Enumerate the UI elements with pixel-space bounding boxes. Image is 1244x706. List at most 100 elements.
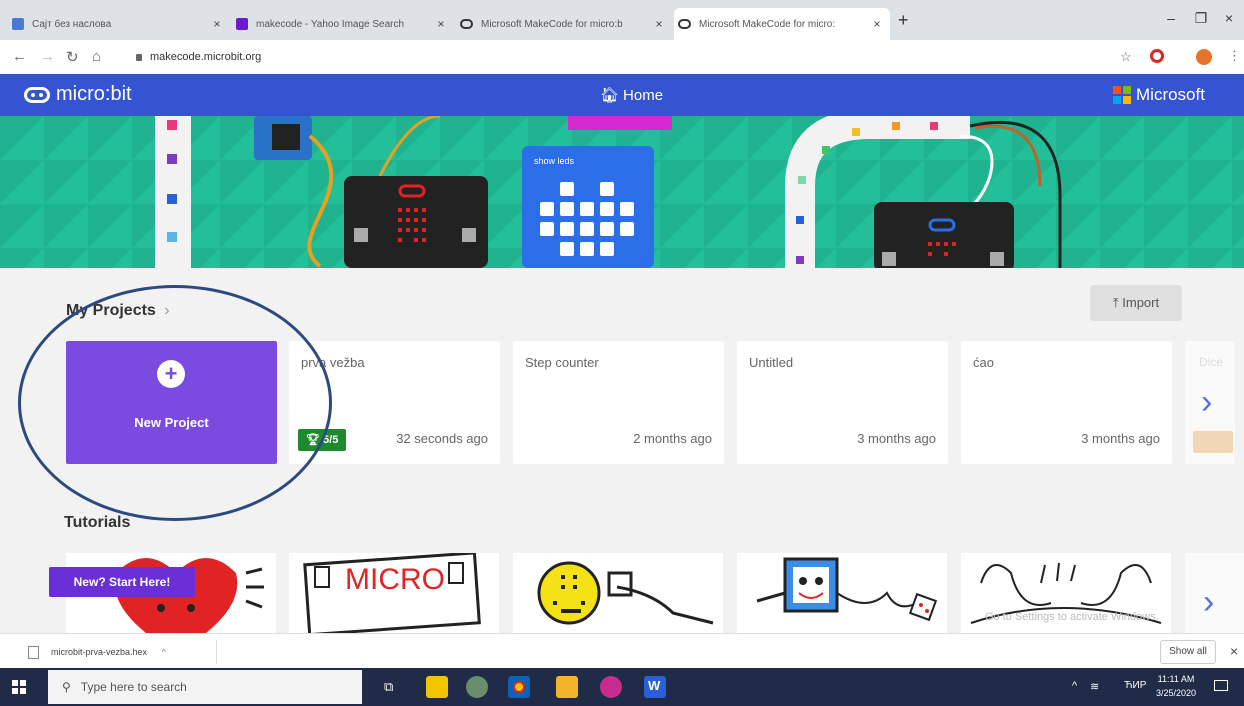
browser-tab[interactable]: Сајт без насловa ×	[8, 8, 230, 40]
chrome-icon[interactable]	[508, 676, 530, 698]
close-icon[interactable]: ×	[434, 17, 448, 31]
chevron-right-icon: ›	[164, 302, 170, 319]
logo-text[interactable]: micro:bit	[56, 83, 132, 106]
microbit-icon	[460, 19, 473, 29]
project-card[interactable]: Step counter 2 months ago	[513, 341, 724, 464]
show-all-button[interactable]: Show all	[1160, 640, 1216, 664]
network-icon[interactable]: ≋	[1090, 680, 1099, 693]
new-start-here-badge[interactable]: New? Start Here!	[49, 567, 195, 597]
close-icon[interactable]: ×	[870, 17, 884, 31]
notifications-icon[interactable]	[1214, 680, 1228, 691]
search-placeholder: Type here to search	[80, 680, 187, 694]
my-projects-heading[interactable]: My Projects ›	[66, 302, 170, 320]
word-icon[interactable]: W	[644, 676, 666, 698]
search-icon: ⚲	[62, 680, 71, 694]
project-name: Untitled	[749, 355, 794, 370]
badge-text: 5/5	[323, 434, 339, 446]
hero-illustration: show leds	[0, 116, 1244, 268]
tab-label: Сајт без насловa	[32, 18, 112, 30]
download-bar: microbit-prva-vezba.hex ^ Show all ×	[0, 633, 1244, 669]
browser-tab[interactable]: makecode - Yahoo Image Search ×	[232, 8, 454, 40]
profile-avatar[interactable]	[1196, 49, 1212, 65]
task-view-icon[interactable]: ⧉	[384, 679, 393, 695]
project-time: 3 months ago	[1081, 431, 1160, 446]
file-icon	[28, 646, 39, 660]
store-icon[interactable]	[426, 676, 448, 698]
progress-badge: 🏆︎ 5/5	[298, 429, 347, 451]
project-card[interactable]: ćao 3 months ago	[961, 341, 1172, 464]
house-icon: 🏠︎	[600, 87, 620, 104]
windows-taskbar: ⚲ Type here to search ⧉ W ^ ≋ ЋИР 11:11 A…	[0, 668, 1244, 706]
close-icon[interactable]: ×	[652, 17, 666, 31]
upload-icon: ⤒	[1112, 295, 1119, 310]
browser-tab[interactable]: Microsoft MakeCode for micro:b ×	[456, 8, 672, 40]
minimize-button[interactable]: –	[1156, 6, 1186, 30]
project-card[interactable]: prva vežba 🏆︎ 5/5 32 seconds ago	[289, 341, 500, 464]
tray-chevron-icon[interactable]: ^	[1072, 680, 1077, 692]
project-time: 3 months ago	[857, 431, 936, 446]
project-card[interactable]: Untitled 3 months ago	[737, 341, 948, 464]
chevron-up-icon: ^	[161, 647, 166, 657]
language-indicator[interactable]: ЋИР	[1124, 680, 1146, 691]
smiley-illustration	[537, 561, 714, 625]
new-project-card[interactable]: + New Project	[66, 341, 277, 464]
tutorial-card-rock-paper-scissors[interactable]: Go to Settings to activate Windows.	[961, 553, 1171, 633]
clock[interactable]: 11:11 AM 3/25/2020	[1152, 672, 1200, 700]
dice-illustration	[756, 557, 938, 622]
project-name: prva vežba	[301, 355, 365, 370]
taskbar-search[interactable]: ⚲ Type here to search	[48, 670, 362, 704]
download-filename: microbit-prva-vezba.hex	[51, 647, 148, 657]
file-explorer-icon[interactable]	[556, 676, 578, 698]
tutorial-card-name-tag[interactable]: MICRO	[289, 553, 499, 633]
app-icon[interactable]	[466, 676, 488, 698]
microbit-icon	[678, 19, 691, 29]
close-icon[interactable]: ×	[210, 17, 224, 31]
download-close-button[interactable]: ×	[1230, 643, 1238, 659]
forward-icon[interactable]: →	[40, 48, 55, 65]
home-icon[interactable]: ⌂	[92, 48, 101, 65]
star-icon[interactable]: ☆	[1120, 49, 1132, 65]
activate-windows-watermark: Go to Settings to activate Windows.	[985, 611, 1159, 623]
plus-circle-icon: +	[157, 360, 185, 388]
microsoft-logo-icon	[1113, 86, 1131, 104]
project-time: 2 months ago	[633, 431, 712, 446]
window-close-button[interactable]: ×	[1214, 6, 1244, 30]
next-arrow-icon[interactable]: ›	[1201, 383, 1212, 422]
download-item[interactable]: microbit-prva-vezba.hex ^	[10, 640, 217, 664]
my-projects-title: My Projects	[66, 302, 156, 319]
tab-label: Microsoft MakeCode for micro:b	[481, 18, 623, 30]
project-card-partial[interactable]: Dice ›	[1185, 341, 1235, 464]
new-tab-button[interactable]: +	[898, 10, 909, 31]
tutorial-card-dice[interactable]	[737, 553, 947, 633]
project-name: ćao	[973, 355, 994, 370]
project-time: 32 seconds ago	[396, 431, 488, 446]
url-field[interactable]: makecode.microbit.org	[136, 46, 1096, 68]
lock-icon	[136, 53, 142, 61]
opera-icon[interactable]	[1150, 49, 1164, 63]
app-header: micro:bit 🏠︎ Home Microsoft	[0, 74, 1244, 116]
microbit-logo-icon	[24, 87, 50, 103]
maximize-button[interactable]: ❐	[1186, 6, 1216, 30]
windows-start-icon[interactable]	[12, 680, 26, 694]
clock-time: 11:11 AM	[1157, 674, 1195, 684]
app-icon[interactable]	[600, 676, 622, 698]
browser-tab-active[interactable]: Microsoft MakeCode for micro: ×	[674, 8, 890, 40]
back-icon[interactable]: ←	[12, 48, 27, 65]
tutorial-card-partial[interactable]: ›	[1185, 553, 1244, 633]
reload-icon[interactable]: ↻	[66, 48, 79, 66]
tutorial-card-smiley-buttons[interactable]	[513, 553, 723, 633]
project-name: Step counter	[525, 355, 599, 370]
home-button[interactable]: 🏠︎ Home	[600, 86, 663, 104]
clock-date: 3/25/2020	[1155, 688, 1197, 698]
badge-partial	[1193, 431, 1233, 453]
microsoft-brand[interactable]: Microsoft	[1136, 85, 1205, 105]
import-button[interactable]: ⤒ Import	[1090, 285, 1182, 321]
tab-label: Microsoft MakeCode for micro:	[699, 18, 836, 30]
url-text: makecode.microbit.org	[150, 51, 262, 63]
address-bar: ← → ↻ ⌂ makecode.microbit.org ☆ ⋮	[0, 40, 1244, 75]
tab-label: makecode - Yahoo Image Search	[256, 18, 405, 30]
micro-text: MICRO	[345, 563, 445, 596]
next-arrow-icon[interactable]: ›	[1203, 583, 1214, 622]
tutorials-heading: Tutorials	[64, 514, 131, 531]
menu-icon[interactable]: ⋮	[1228, 48, 1241, 64]
